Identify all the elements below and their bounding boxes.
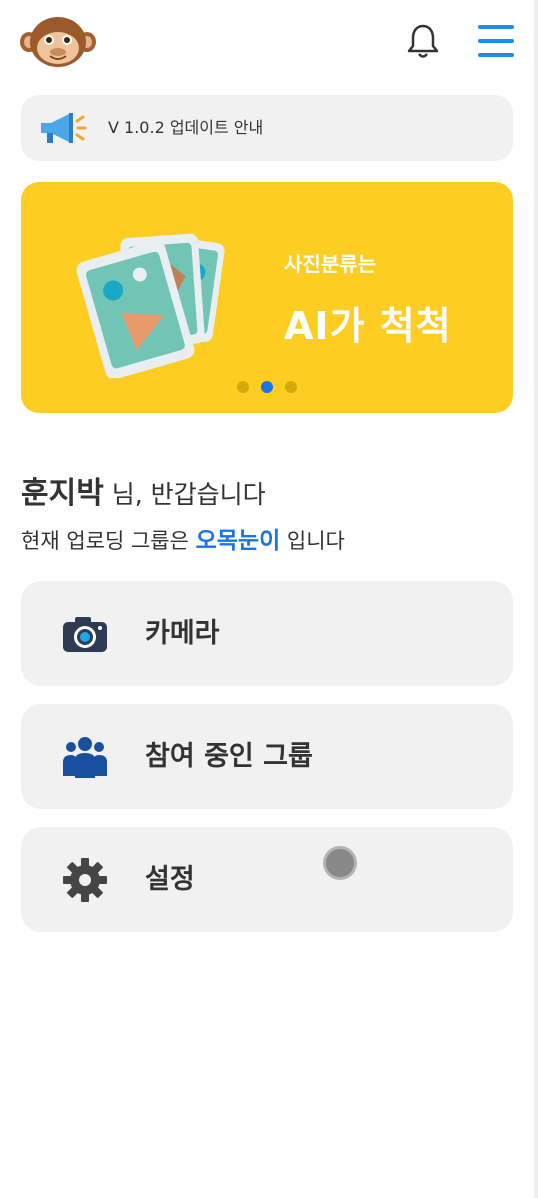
bell-icon[interactable] bbox=[404, 22, 442, 60]
promo-banner[interactable]: 사진분류는 AI가 척척 bbox=[21, 182, 513, 413]
group-suffix: 입니다 bbox=[280, 529, 345, 553]
carousel-dots bbox=[237, 381, 297, 393]
group-icon bbox=[63, 737, 107, 778]
joined-groups-label: 참여 중인 그룹 bbox=[145, 741, 313, 772]
settings-button[interactable]: 설정 bbox=[21, 827, 513, 932]
scrollbar[interactable] bbox=[534, 0, 538, 1198]
photo-cards-icon bbox=[76, 233, 225, 378]
app-header bbox=[0, 0, 534, 84]
hamburger-menu-icon[interactable] bbox=[476, 22, 516, 60]
monkey-logo-icon[interactable] bbox=[20, 14, 96, 68]
joined-groups-button[interactable]: 참여 중인 그룹 bbox=[21, 704, 513, 809]
group-prefix: 현재 업로딩 그룹은 bbox=[21, 529, 196, 553]
camera-button[interactable]: 카메라 bbox=[21, 581, 513, 686]
settings-label: 설정 bbox=[145, 864, 195, 895]
carousel-dot-1[interactable] bbox=[237, 381, 249, 393]
user-name: 훈지박 bbox=[21, 476, 104, 511]
gear-icon bbox=[63, 858, 107, 902]
update-notice[interactable]: V 1.0.2 업데이트 안내 bbox=[21, 95, 513, 161]
greeting: 훈지박 님, 반갑습니다 bbox=[21, 468, 266, 512]
banner-subtitle: 사진분류는 bbox=[284, 252, 376, 276]
greeting-suffix: 님, 반갑습니다 bbox=[103, 480, 266, 509]
megaphone-icon bbox=[41, 113, 87, 143]
camera-label: 카메라 bbox=[145, 618, 220, 649]
touch-indicator bbox=[323, 846, 357, 880]
notice-text: V 1.0.2 업데이트 안내 bbox=[108, 118, 264, 137]
current-group-line: 현재 업로딩 그룹은 오목눈이 입니다 bbox=[21, 521, 345, 555]
camera-icon bbox=[63, 617, 107, 652]
current-group-name: 오목눈이 bbox=[195, 528, 281, 554]
banner-title: AI가 척척 bbox=[284, 304, 452, 348]
carousel-dot-3[interactable] bbox=[285, 381, 297, 393]
carousel-dot-2[interactable] bbox=[261, 381, 273, 393]
